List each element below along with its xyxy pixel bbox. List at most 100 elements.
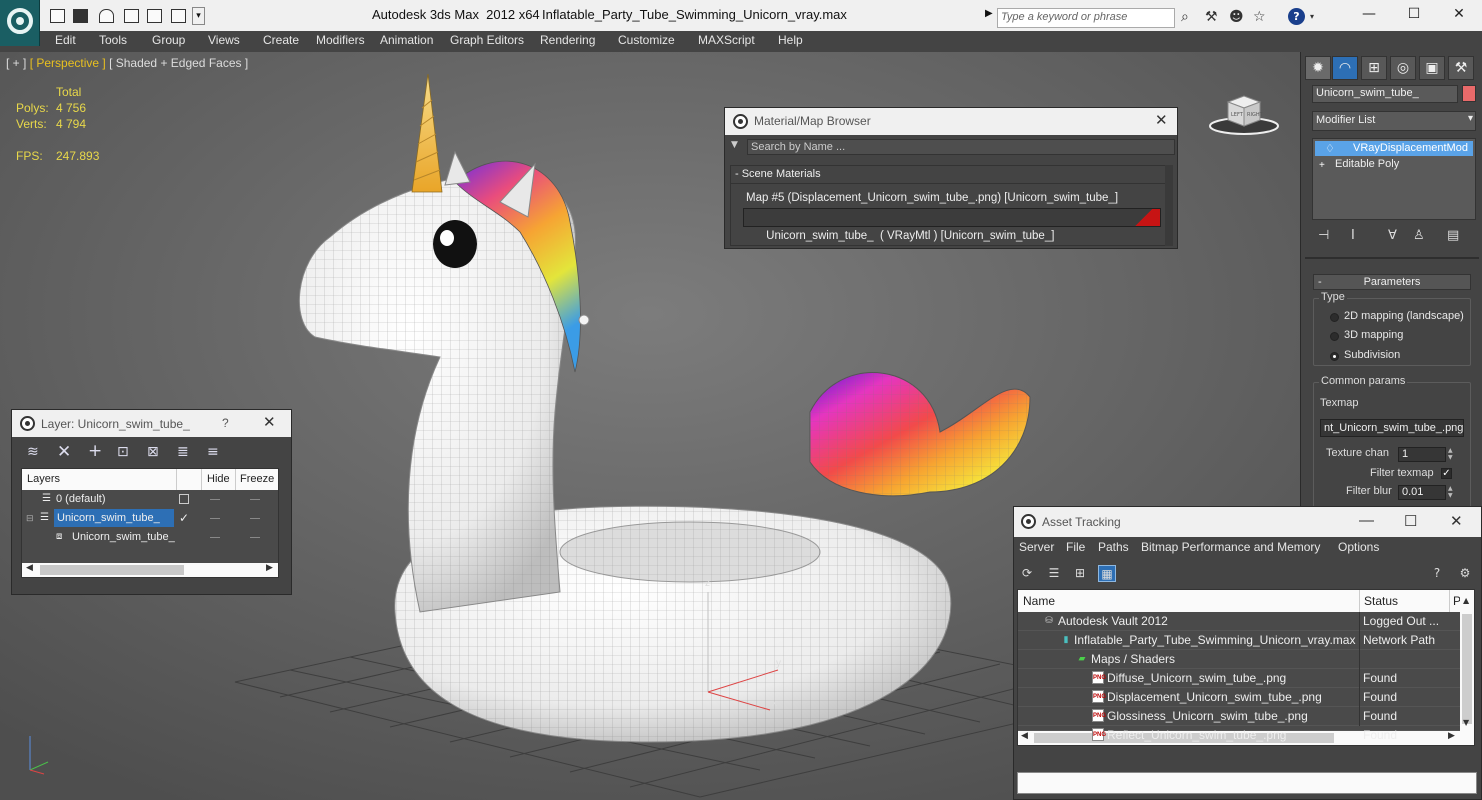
scrollbar-thumb[interactable] [40,565,184,575]
community-icon[interactable]: ☻ [1229,9,1244,25]
table-row[interactable]: PNG Glossiness_Unicorn_swim_tube_.png Fo… [1018,707,1460,726]
viewport-menu-plus[interactable]: [ + ] [6,56,26,70]
app-logo-icon[interactable] [0,0,40,46]
table-row[interactable]: ⧈ Unicorn_swim_tube_ [22,528,278,547]
configure-sets-icon[interactable]: ▤ [1447,228,1459,243]
modifier-list-dropdown[interactable]: Modifier List ▾ [1312,111,1476,131]
display-tab-icon[interactable]: ▣ [1419,56,1445,80]
spinner-icon[interactable]: ▲ ▼ [1448,447,1456,462]
column-status[interactable]: Status [1364,594,1398,608]
quick-access-dropdown-icon[interactable]: ▾ [192,7,205,25]
menu-paths[interactable]: Paths [1098,540,1129,554]
radio-subdivision-label[interactable]: Subdivision [1344,349,1400,361]
wrench-icon[interactable]: ⚒ [1205,9,1218,25]
hide-all-layers-icon[interactable]: ≣ [177,444,189,460]
column-hide[interactable]: Hide [207,473,230,485]
options-dropdown-icon[interactable]: ▼ [731,140,738,150]
menu-help[interactable]: Help [778,33,803,47]
menu-modifiers[interactable]: Modifiers [316,33,365,47]
hide-toggle[interactable] [210,537,220,538]
menu-rendering[interactable]: Rendering [540,33,595,47]
scroll-up-icon[interactable]: ▲ [1463,596,1469,605]
table-row[interactable]: PNG Reflect_Unicorn_swim_tube_.png Found [1018,726,1460,742]
table-row[interactable]: ⊟ ☰ Unicorn_swim_tube_ ✓ [22,509,278,528]
menu-edit[interactable]: Edit [55,33,76,47]
scroll-down-icon[interactable]: ▼ [1463,718,1469,727]
freeze-toggle[interactable] [250,537,260,538]
infocenter-search-input[interactable]: Type a keyword or phrase [997,8,1175,28]
spinner-icon[interactable]: ▲ ▼ [1448,485,1456,500]
viewcube-icon[interactable]: LEFT RIGHT [1208,92,1280,136]
table-row[interactable]: ▰ Maps / Shaders [1018,650,1460,669]
radio-subdivision[interactable] [1330,352,1339,361]
close-icon[interactable]: ✕ [1450,512,1463,530]
menu-file[interactable]: File [1066,540,1085,554]
redo-icon[interactable] [124,9,139,23]
table-row[interactable]: ▮ Inflatable_Party_Tube_Swimming_Unicorn… [1018,631,1460,650]
open-file-icon[interactable] [50,9,65,23]
layer-window-titlebar[interactable]: Layer: Unicorn_swim_tube_ ? ✕ [12,410,291,437]
vault-help-icon[interactable]: ? [1428,565,1446,582]
remove-modifier-icon[interactable]: ♙ [1413,228,1425,243]
freeze-toggle[interactable] [250,499,260,500]
radio-2d-mapping-label[interactable]: 2D mapping (landscape) [1344,310,1464,322]
asset-path-status-field[interactable] [1017,772,1477,794]
menu-tools[interactable]: Tools [99,33,127,47]
object-name-field[interactable]: Unicorn_swim_tube_ [1312,85,1458,103]
pin-stack-icon[interactable]: ⊣ [1318,228,1329,243]
current-layer-box[interactable] [179,494,189,504]
refresh-icon[interactable]: ⟳ [1018,565,1036,582]
collapse-icon[interactable]: ⊟ [26,509,34,527]
stack-item-vraydisplacementmod[interactable]: ♢ VRayDisplacementMod [1315,141,1473,156]
search-expand-icon[interactable]: ▶ [985,8,993,19]
vault-settings-icon[interactable]: ⚙ [1456,565,1474,582]
show-end-result-icon[interactable]: Ⅰ [1351,228,1355,243]
table-view-icon[interactable]: ▦ [1098,565,1116,582]
scrollbar-thumb[interactable] [1462,614,1472,724]
create-tab-icon[interactable]: ✹ [1305,56,1331,80]
hide-toggle[interactable] [210,499,220,500]
help-icon[interactable]: ? [222,416,229,430]
texture-chan-input[interactable]: 1 [1398,447,1446,462]
scroll-left-icon[interactable]: ◀ [26,563,33,573]
material-search-input[interactable]: Search by Name ... [747,139,1175,155]
create-layer-icon[interactable]: ≋ [27,444,39,460]
table-row[interactable]: ☰ 0 (default) [22,490,278,509]
viewport-shading-label[interactable]: [ Shaded + Edged Faces ] [109,56,248,70]
close-window-button[interactable]: ✕ [1437,4,1481,26]
menu-options[interactable]: Options [1338,540,1379,554]
radio-3d-mapping[interactable] [1330,332,1339,341]
table-row[interactable]: PNG Diffuse_Unicorn_swim_tube_.png Found [1018,669,1460,688]
viewport-view-label[interactable]: [ Perspective ] [30,56,106,70]
minimize-button[interactable]: — [1347,4,1391,26]
scroll-left-icon[interactable]: ◀ [1021,731,1028,741]
column-freeze[interactable]: Freeze [240,473,274,485]
menu-customize[interactable]: Customize [618,33,675,47]
add-to-layer-icon[interactable]: + [88,441,102,461]
menu-create[interactable]: Create [263,33,299,47]
vertical-scrollbar[interactable]: ▲ ▼ [1460,590,1474,745]
menu-maxscript[interactable]: MAXScript [698,33,755,47]
material-browser-titlebar[interactable]: Material/Map Browser ✕ [725,108,1177,135]
filter-blur-input[interactable]: 0.01 [1398,485,1446,500]
scroll-right-icon[interactable]: ▶ [266,563,273,573]
asset-tracking-titlebar[interactable]: Asset Tracking — ☐ ✕ [1014,507,1481,537]
freeze-toggle[interactable] [250,518,260,519]
menu-group[interactable]: Group [152,33,185,47]
freeze-all-layers-icon[interactable]: ≡ [207,444,219,460]
delete-layer-icon[interactable]: ✕ [57,442,71,462]
column-layers[interactable]: Layers [27,473,60,485]
help-dropdown-icon[interactable]: ▾ [1310,12,1314,21]
menu-server[interactable]: Server [1019,540,1054,554]
motion-tab-icon[interactable]: ◎ [1390,56,1416,80]
hierarchy-tab-icon[interactable]: ⊞ [1361,56,1387,80]
tree-view-icon[interactable]: ⊞ [1071,565,1089,582]
scroll-right-icon[interactable]: ▶ [1448,731,1455,741]
object-color-swatch[interactable] [1462,85,1476,102]
column-name[interactable]: Name [1023,594,1055,608]
viewport-label[interactable]: [ + ] [ Perspective ] [ Shaded + Edged F… [6,56,248,70]
list-view-icon[interactable]: ☰ [1045,565,1063,582]
select-objects-icon[interactable]: ⊡ [117,444,129,460]
maximize-button[interactable]: ☐ [1392,4,1436,26]
save-file-icon[interactable] [73,9,88,23]
